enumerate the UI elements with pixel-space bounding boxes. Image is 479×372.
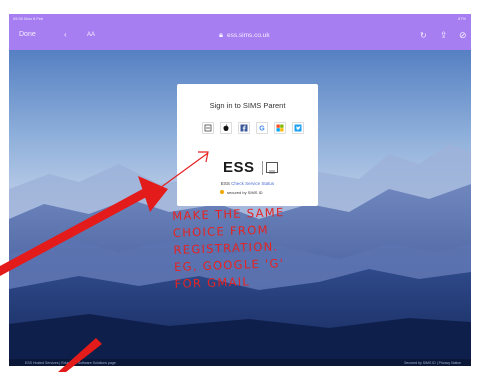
red-arrow-small — [58, 338, 102, 372]
pen-arrow-stroke — [159, 151, 209, 189]
red-arrow-shaft — [0, 185, 154, 276]
red-arrow-annotations — [0, 151, 209, 372]
